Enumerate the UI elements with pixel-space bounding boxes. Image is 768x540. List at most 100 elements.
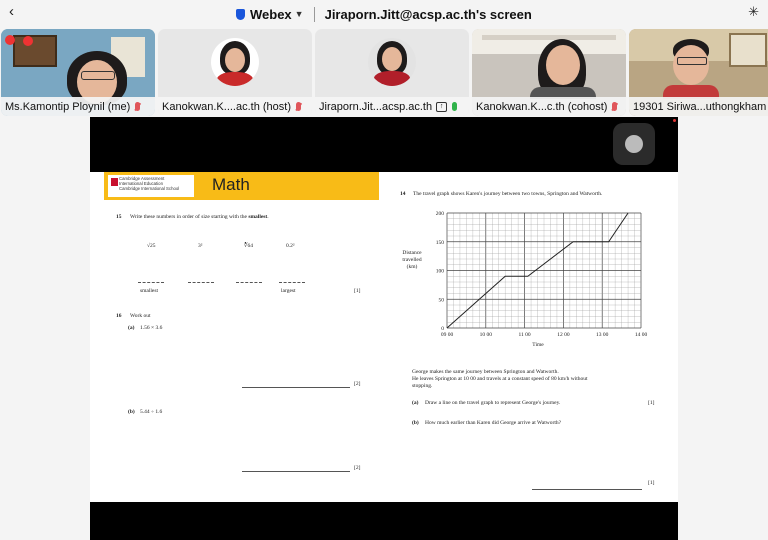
participant-tile[interactable]: 19301 Siriwa...uthongkham [629,29,768,116]
participant-tile[interactable]: Kanokwan.K...c.th (cohost) [472,29,626,116]
x-tick-label: 13 00 [596,332,609,338]
paragraph-line: George makes the same journey between Sp… [412,369,559,375]
glasses [677,57,707,65]
question-number: 15 [116,214,122,220]
toy [23,36,33,46]
x-tick-label: 14 00 [635,332,648,338]
glasses [81,71,115,80]
marks: [2] [354,381,361,387]
face [225,48,245,72]
ceiling-lights [482,35,616,40]
y-tick-label: 200 [436,211,445,217]
presenter-video-bubble[interactable] [613,123,655,165]
part-label: (a) [412,400,419,406]
participant-label: Jiraporn.Jit...acsp.ac.th ↑ [315,97,469,116]
face [673,45,709,85]
marks: [1] [648,400,655,406]
part-label: (b) [128,409,135,415]
x-tick-label: 11 00 [519,332,531,338]
slide-page: Cambridge Assessment International Educa… [90,172,678,502]
mic-muted-icon [296,102,302,111]
number-item: 3² [198,243,203,249]
part-text: Draw a line on the travel graph to repre… [425,400,561,406]
participant-label: Ms.Kamontip Ploynil (me) [1,97,155,116]
paragraph-line: stopping. [412,383,433,389]
question-text-bold: smallest [248,214,268,220]
top-bar: ‹ Webex ▼ Jiraporn.Jitt@acsp.ac.th's scr… [0,0,768,26]
participant-name: 19301 Siriwa...uthongkham [633,100,767,113]
question-text: The travel graph shows Karen's journey b… [413,191,603,197]
question-text: Work out [130,313,151,319]
part-label: (b) [412,420,419,426]
share-screen-icon: ↑ [436,101,448,112]
shirt [374,71,410,86]
question-number: 14 [400,191,406,197]
number-item: 0.2² [286,243,295,249]
answer-line [242,387,350,388]
x-tick-label: 09 00 [441,332,454,338]
x-tick-label: 12 00 [557,332,570,338]
toy [5,35,15,45]
answer-line [242,471,350,472]
participant-name: Jiraporn.Jit...acsp.ac.th [319,100,433,113]
back-icon[interactable]: ‹ [9,3,14,20]
shared-screen: Cambridge Assessment International Educa… [90,117,678,540]
mic-muted-icon [612,102,618,111]
participant-name: Kanokwan.K...c.th (cohost) [476,100,608,113]
cambridge-logo: Cambridge Assessment International Educa… [108,175,194,197]
bluetooth-icon: ✳ [748,4,759,19]
y-axis-label: (km) [407,263,418,270]
question-number: 16 [116,313,122,319]
number-item: √25 [147,243,156,249]
y-axis-label: Distance [402,250,422,256]
y-tick-label: 50 [439,297,445,303]
shirt [217,72,253,86]
logo-line: Cambridge International School [119,186,180,192]
title-area: Webex ▼ Jiraporn.Jitt@acsp.ac.th's scree… [236,5,532,23]
participant-tile[interactable]: Jiraporn.Jit...acsp.ac.th ↑ [315,29,469,116]
part-text: How much earlier than Karen did George a… [425,420,562,426]
question-text-part: Write these numbers in order of size sta… [130,214,247,220]
answer-line [236,282,262,283]
question-text: Write these numbers in order of size sta… [130,214,269,220]
participant-name: Ms.Kamontip Ploynil (me) [5,100,131,113]
avatar [368,38,416,86]
y-tick-label: 150 [436,240,445,246]
y-tick-label: 100 [436,269,445,275]
shield-icon [236,8,245,20]
part-text: 1.56 × 3.6 [140,325,163,331]
face [382,47,402,71]
smallest-label: smallest [140,288,159,294]
recording-dot [673,119,676,122]
crest-icon [111,178,118,186]
x-tick-label: 10 00 [480,332,493,338]
chevron-down-icon[interactable]: ▼ [295,9,304,19]
bookshelf [13,35,57,67]
participant-label: Kanokwan.K...c.th (cohost) [472,97,626,116]
answer-line [138,282,164,283]
x-axis-label: Time [532,342,544,348]
answer-line [532,489,642,490]
y-tick-label: 0 [441,326,444,332]
participant-tile[interactable]: Ms.Kamontip Ploynil (me) [1,29,155,116]
marks: [1] [354,288,361,294]
slide-header: Cambridge Assessment International Educa… [104,172,379,200]
divider [313,6,315,22]
participant-tile[interactable]: Kanokwan.K....ac.th (host) [158,29,312,116]
screen-title: Jiraporn.Jitt@acsp.ac.th's screen [324,6,532,22]
part-label: (a) [128,325,135,331]
marks: [2] [354,465,361,471]
answer-line [188,282,214,283]
mic-muted-icon [135,102,141,111]
part-text: 5.44 ÷ 1.6 [140,409,163,415]
app-name[interactable]: Webex [250,7,292,22]
mic-active-icon [452,102,458,111]
largest-label: largest [281,288,296,294]
number-item: ∛64 [244,243,254,249]
paragraph-line: He leaves Springton at 10 00 and travels… [412,376,588,382]
participant-label: Kanokwan.K....ac.th (host) [158,97,312,116]
participant-label: 19301 Siriwa...uthongkham [629,97,768,116]
travel-graph: 09 00 10 00 11 00 12 00 13 00 14 00 0 50 100 150 2… [402,211,648,348]
answer-line [279,282,305,283]
subject-title: Math [212,175,250,194]
